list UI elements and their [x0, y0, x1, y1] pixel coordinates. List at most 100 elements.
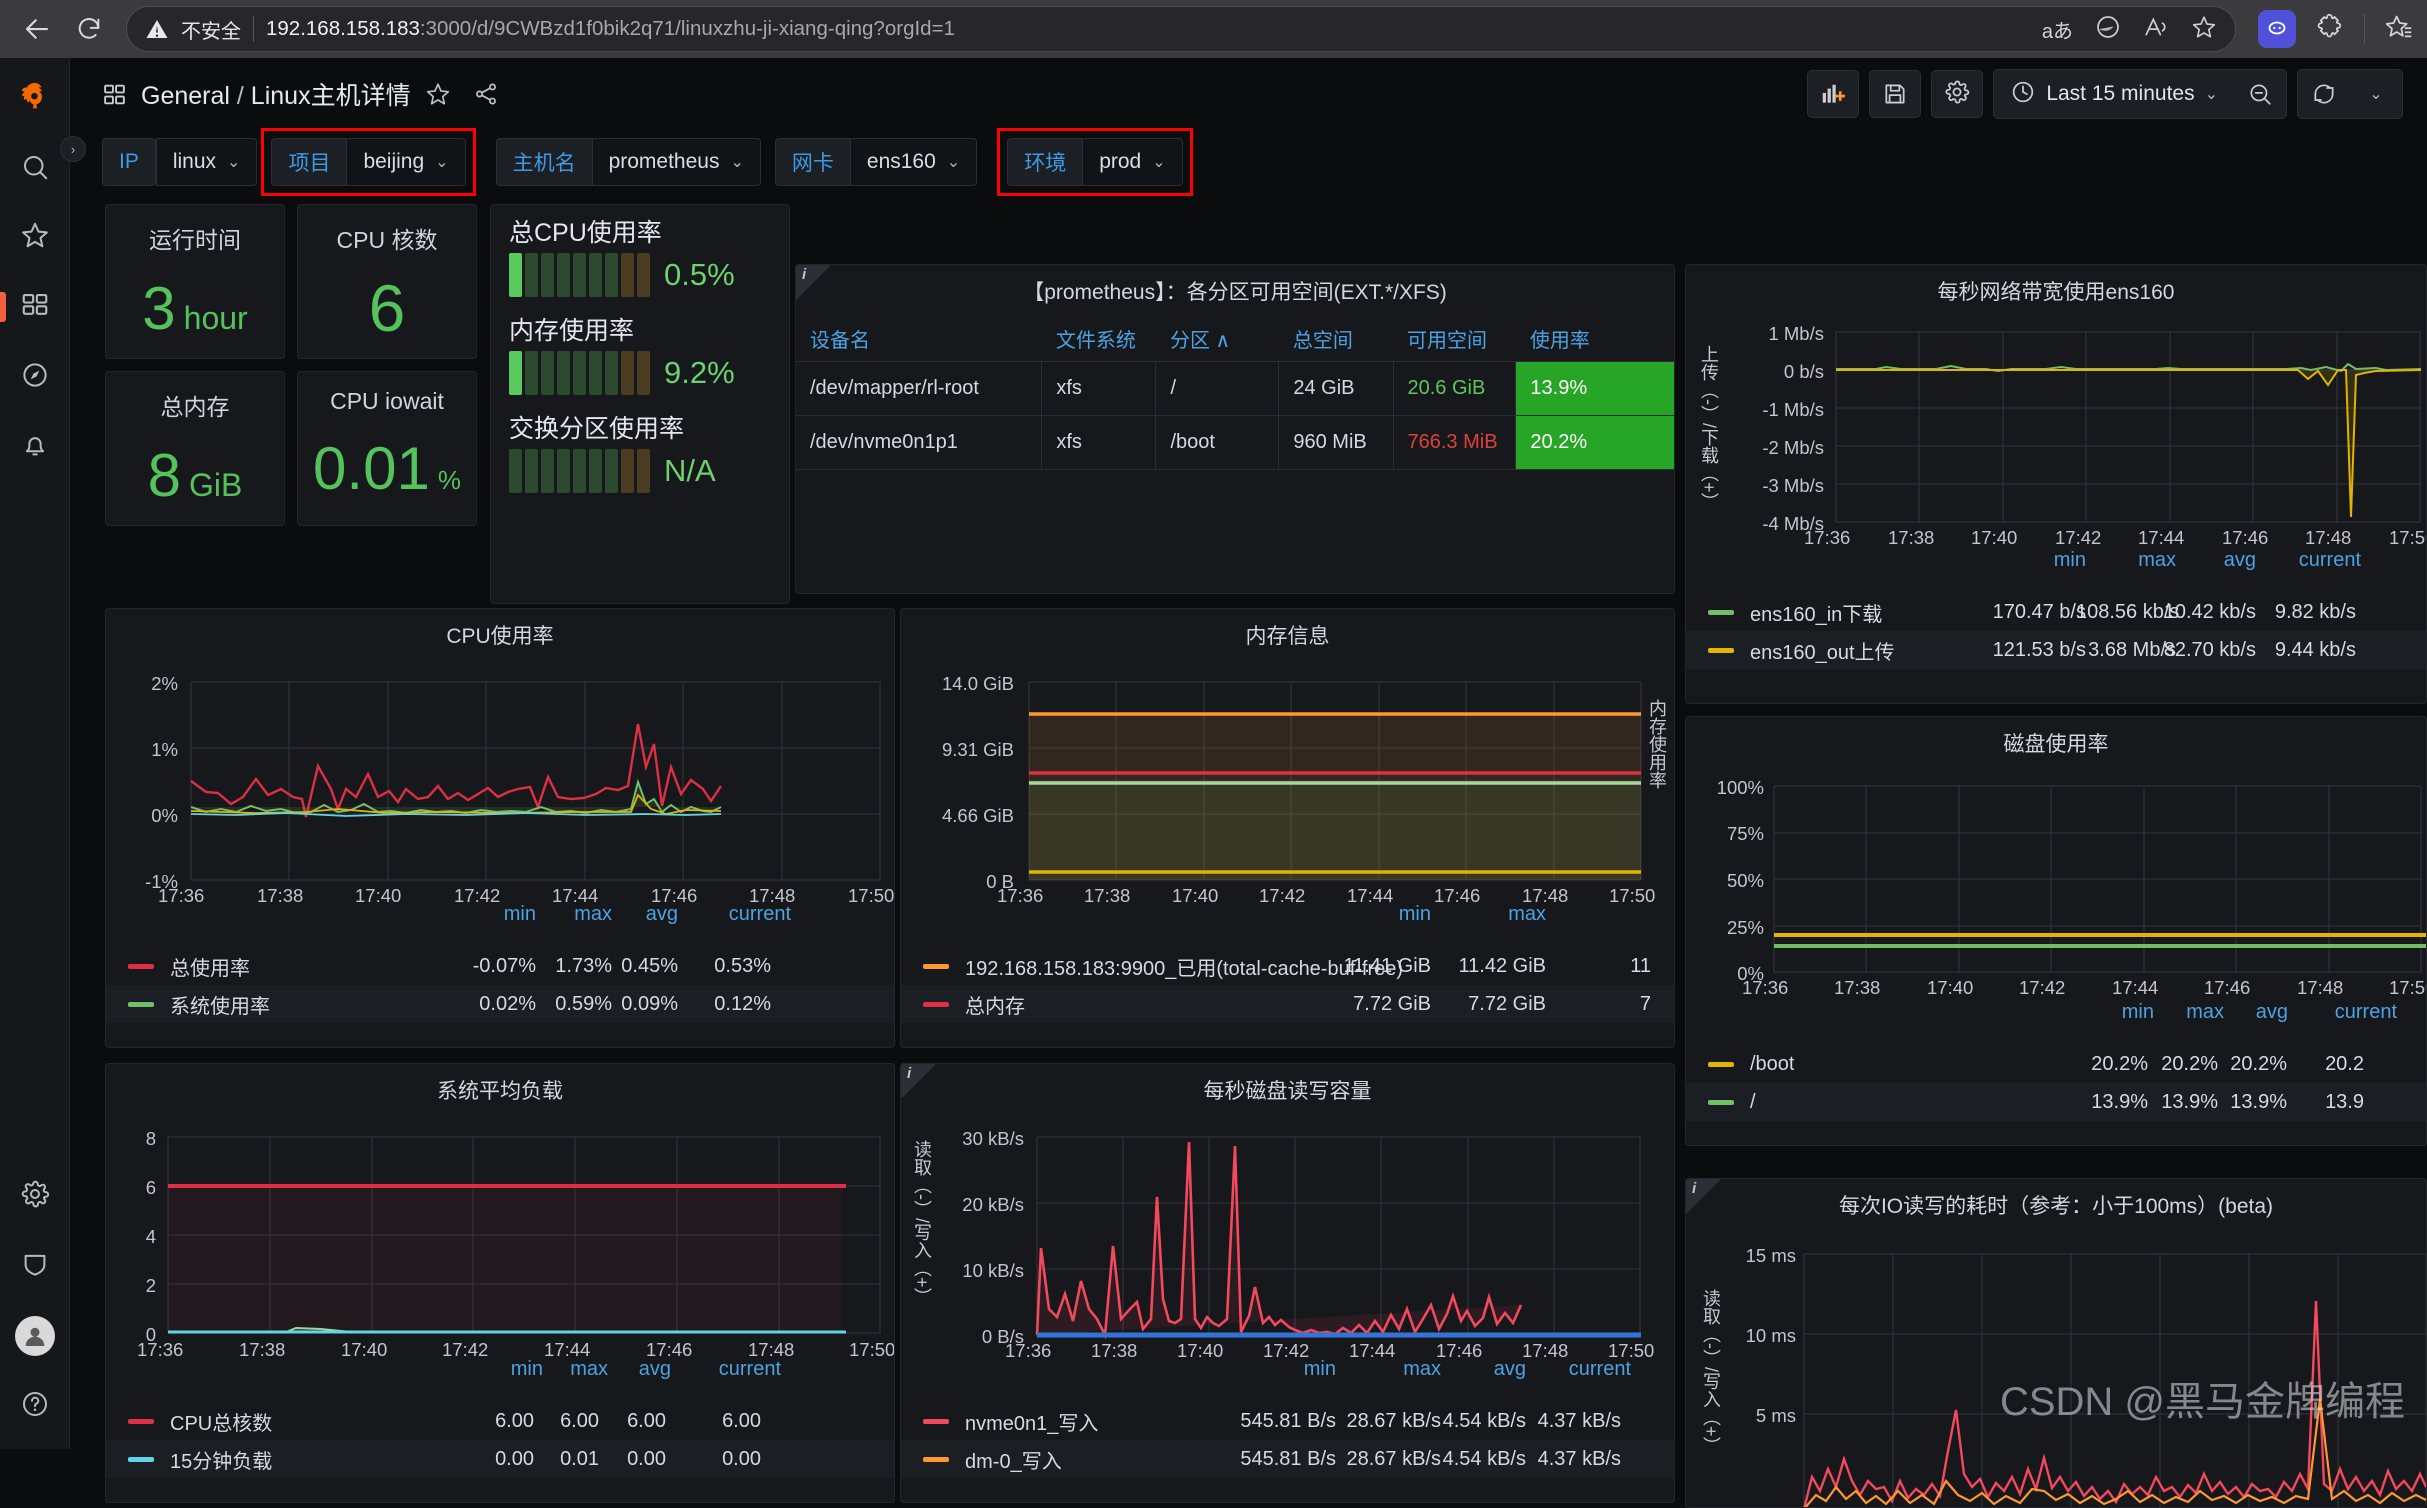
col-mount[interactable]: 分区 ∧: [1155, 316, 1279, 362]
col-total[interactable]: 总空间: [1278, 316, 1393, 362]
refresh-interval-dropdown[interactable]: ⌄: [2350, 70, 2402, 118]
extensions-icon[interactable]: [2316, 13, 2344, 46]
legend-row[interactable]: ens160_out上传 121.53 b/s 3.68 Mb/s 82.70 …: [1686, 631, 2426, 669]
variable-project[interactable]: 项目 beijing ⌄: [261, 128, 476, 196]
panel-cpu-iowait[interactable]: CPU iowait 0.01 %: [297, 371, 477, 526]
sidebar-item-dashboards[interactable]: [0, 272, 70, 342]
legend-col-avg[interactable]: avg: [2226, 1001, 2288, 1024]
breadcrumb-dashboard: Linux主机详情: [250, 82, 411, 110]
share-icon[interactable]: [473, 81, 499, 107]
legend-col-avg[interactable]: avg: [1446, 1358, 1526, 1381]
translate-icon[interactable]: aあ: [2042, 15, 2073, 44]
col-avail[interactable]: 可用空间: [1393, 316, 1516, 362]
dashboard-settings-button[interactable]: [1931, 70, 1984, 118]
legend-col-min[interactable]: min: [2086, 1001, 2154, 1024]
panel-disk-io[interactable]: i 每秒磁盘读写容量 读取（-）/写入（+） 30 kB/s 20 kB/s 1…: [900, 1063, 1675, 1503]
variable-value-project[interactable]: beijing ⌄: [346, 138, 466, 186]
sidebar-item-help[interactable]: [0, 1371, 70, 1441]
back-arrow-icon[interactable]: [14, 7, 60, 51]
info-icon[interactable]: i: [1686, 1179, 1720, 1213]
legend-col-avg[interactable]: avg: [2176, 549, 2256, 572]
sidebar-expand-button[interactable]: ›: [60, 136, 86, 162]
variable-value-ip[interactable]: linux ⌄: [155, 138, 258, 186]
panel-total-memory[interactable]: 总内存 8 GiB: [105, 371, 285, 526]
col-device[interactable]: 设备名: [796, 316, 1042, 362]
legend-row[interactable]: 系统使用率 0.02% 0.59% 0.09% 0.12%: [106, 985, 894, 1023]
sidebar-item-alerting[interactable]: [0, 412, 70, 482]
panel-uptime[interactable]: 运行时间 3 hour: [105, 204, 285, 359]
sidebar-item-starred[interactable]: [0, 202, 70, 272]
panel-disk-usage[interactable]: 磁盘使用率 100% 75% 50% 25% 0% 17:36 17:38 17…: [1685, 716, 2427, 1146]
read-aloud-icon[interactable]: [2143, 14, 2169, 45]
zoom-out-icon[interactable]: [2234, 70, 2286, 118]
legend-col-min[interactable]: min: [471, 903, 536, 926]
legend-row[interactable]: 15分钟负载 0.00 0.01 0.00 0.00: [106, 1440, 894, 1478]
panel-cpu-usage[interactable]: CPU使用率 2% 1% 0% -1% 17:36 17:38 17:40 17…: [105, 608, 895, 1048]
page-title[interactable]: General / Linux主机详情: [141, 76, 411, 112]
star-icon[interactable]: [425, 81, 451, 107]
legend-col-current[interactable]: current: [676, 1358, 781, 1381]
variable-env[interactable]: 环境 prod ⌄: [997, 128, 1193, 196]
variable-hostname[interactable]: 主机名 prometheus ⌄: [495, 138, 761, 186]
reload-icon[interactable]: [66, 7, 112, 51]
panel-usage-gauges[interactable]: 总CPU使用率 0.5% 内存使用率 9.2% 交换分区使用率 N/A: [490, 204, 790, 604]
legend-col-min[interactable]: min: [481, 1358, 543, 1381]
legend-col-max[interactable]: max: [1356, 1358, 1441, 1381]
panel-io-latency[interactable]: i 每次IO读写的耗时（参考：小于100ms）(beta) 读取（-）/写入（+…: [1685, 1178, 2427, 1508]
legend-col-min[interactable]: min: [2006, 549, 2086, 572]
col-fs[interactable]: 文件系统: [1041, 316, 1156, 362]
legend-col-max[interactable]: max: [546, 1358, 608, 1381]
info-icon[interactable]: i: [901, 1064, 935, 1098]
legend-col-avg[interactable]: avg: [611, 1358, 671, 1381]
refresh-icon[interactable]: [2298, 70, 2350, 118]
legend-row[interactable]: dm-0_写入 545.81 B/s 28.67 kB/s 4.54 kB/s …: [901, 1440, 1674, 1478]
legend-row[interactable]: /boot 20.2% 20.2% 20.2% 20.2: [1686, 1045, 2426, 1083]
legend-row[interactable]: / 13.9% 13.9% 13.9% 13.9: [1686, 1083, 2426, 1121]
panel-network-bandwidth[interactable]: 每秒网络带宽使用ens160 上传（-）/下载（+） 1 Mb/s 0 b/s …: [1685, 264, 2427, 704]
legend-row[interactable]: 192.168.158.183:9900_已用(total-cache-buf-…: [901, 947, 1674, 985]
variable-value-hostname[interactable]: prometheus ⌄: [591, 138, 761, 186]
search-icon[interactable]: [0, 132, 70, 202]
collections-icon[interactable]: [2385, 13, 2413, 46]
save-icon[interactable]: [1869, 70, 1922, 118]
legend-col-min[interactable]: min: [1351, 903, 1431, 926]
variable-value-env[interactable]: prod ⌄: [1082, 138, 1183, 186]
sidebar-item-configuration[interactable]: [0, 1161, 70, 1231]
variable-ip[interactable]: IP linux ⌄: [102, 138, 258, 186]
add-panel-icon[interactable]: [1807, 70, 1860, 118]
table-row[interactable]: /dev/nvme0n1p1 xfs /boot 960 MiB 766.3 M…: [796, 415, 1674, 470]
info-icon[interactable]: i: [796, 265, 830, 299]
legend-col-current[interactable]: current: [2292, 1001, 2397, 1024]
edge-icon[interactable]: [2095, 14, 2121, 45]
legend-col-current[interactable]: current: [1521, 1358, 1631, 1381]
address-bar[interactable]: 不安全 192.168.158.183:3000/d/9CWBzd1f0bik2…: [126, 6, 2236, 52]
legend-col-avg[interactable]: avg: [618, 903, 678, 926]
legend-col-max[interactable]: max: [1466, 903, 1546, 926]
panel-partition-space[interactable]: i 【prometheus】：各分区可用空间(EXT.*/XFS) 设备名 文件…: [795, 264, 1675, 594]
legend-col-current[interactable]: current: [686, 903, 791, 926]
time-range-picker[interactable]: Last 15 minutes ⌄: [1994, 70, 2234, 118]
legend-row[interactable]: 总内存 7.72 GiB 7.72 GiB 7: [901, 985, 1674, 1023]
col-usage[interactable]: 使用率: [1515, 316, 1674, 362]
copilot-icon[interactable]: [2258, 10, 2296, 48]
legend-col-max[interactable]: max: [2156, 1001, 2224, 1024]
panel-system-load[interactable]: 系统平均负载 8 6 4 2 0 17:36 17:38 17:40 17:42…: [105, 1063, 895, 1503]
grafana-logo[interactable]: [0, 62, 70, 132]
sidebar-item-explore[interactable]: [0, 342, 70, 412]
panel-memory-info[interactable]: 内存信息 14.0 GiB 9.31 GiB 4.66 GiB 0 B 内存使用…: [900, 608, 1675, 1048]
table-row[interactable]: /dev/mapper/rl-root xfs / 24 GiB 20.6 Gi…: [796, 361, 1674, 416]
panel-cpu-cores[interactable]: CPU 核数 6: [297, 204, 477, 359]
legend-row[interactable]: 总使用率 -0.07% 1.73% 0.45% 0.53%: [106, 947, 894, 985]
legend-row[interactable]: ens160_in下载 170.47 b/s 108.56 kb/s 10.42…: [1686, 593, 2426, 631]
legend-col-max[interactable]: max: [2096, 549, 2176, 572]
legend-col-min[interactable]: min: [1251, 1358, 1336, 1381]
sidebar-item-server-admin[interactable]: [0, 1231, 70, 1301]
sidebar-item-profile[interactable]: [0, 1301, 70, 1371]
variable-nic[interactable]: 网卡 ens160 ⌄: [774, 138, 978, 186]
legend-col-current[interactable]: current: [2256, 549, 2361, 572]
legend-row[interactable]: nvme0n1_写入 545.81 B/s 28.67 kB/s 4.54 kB…: [901, 1402, 1674, 1440]
variable-value-nic[interactable]: ens160 ⌄: [849, 138, 978, 186]
favorite-star-icon[interactable]: [2191, 14, 2217, 45]
legend-col-max[interactable]: max: [544, 903, 612, 926]
legend-row[interactable]: CPU总核数 6.00 6.00 6.00 6.00: [106, 1402, 894, 1440]
